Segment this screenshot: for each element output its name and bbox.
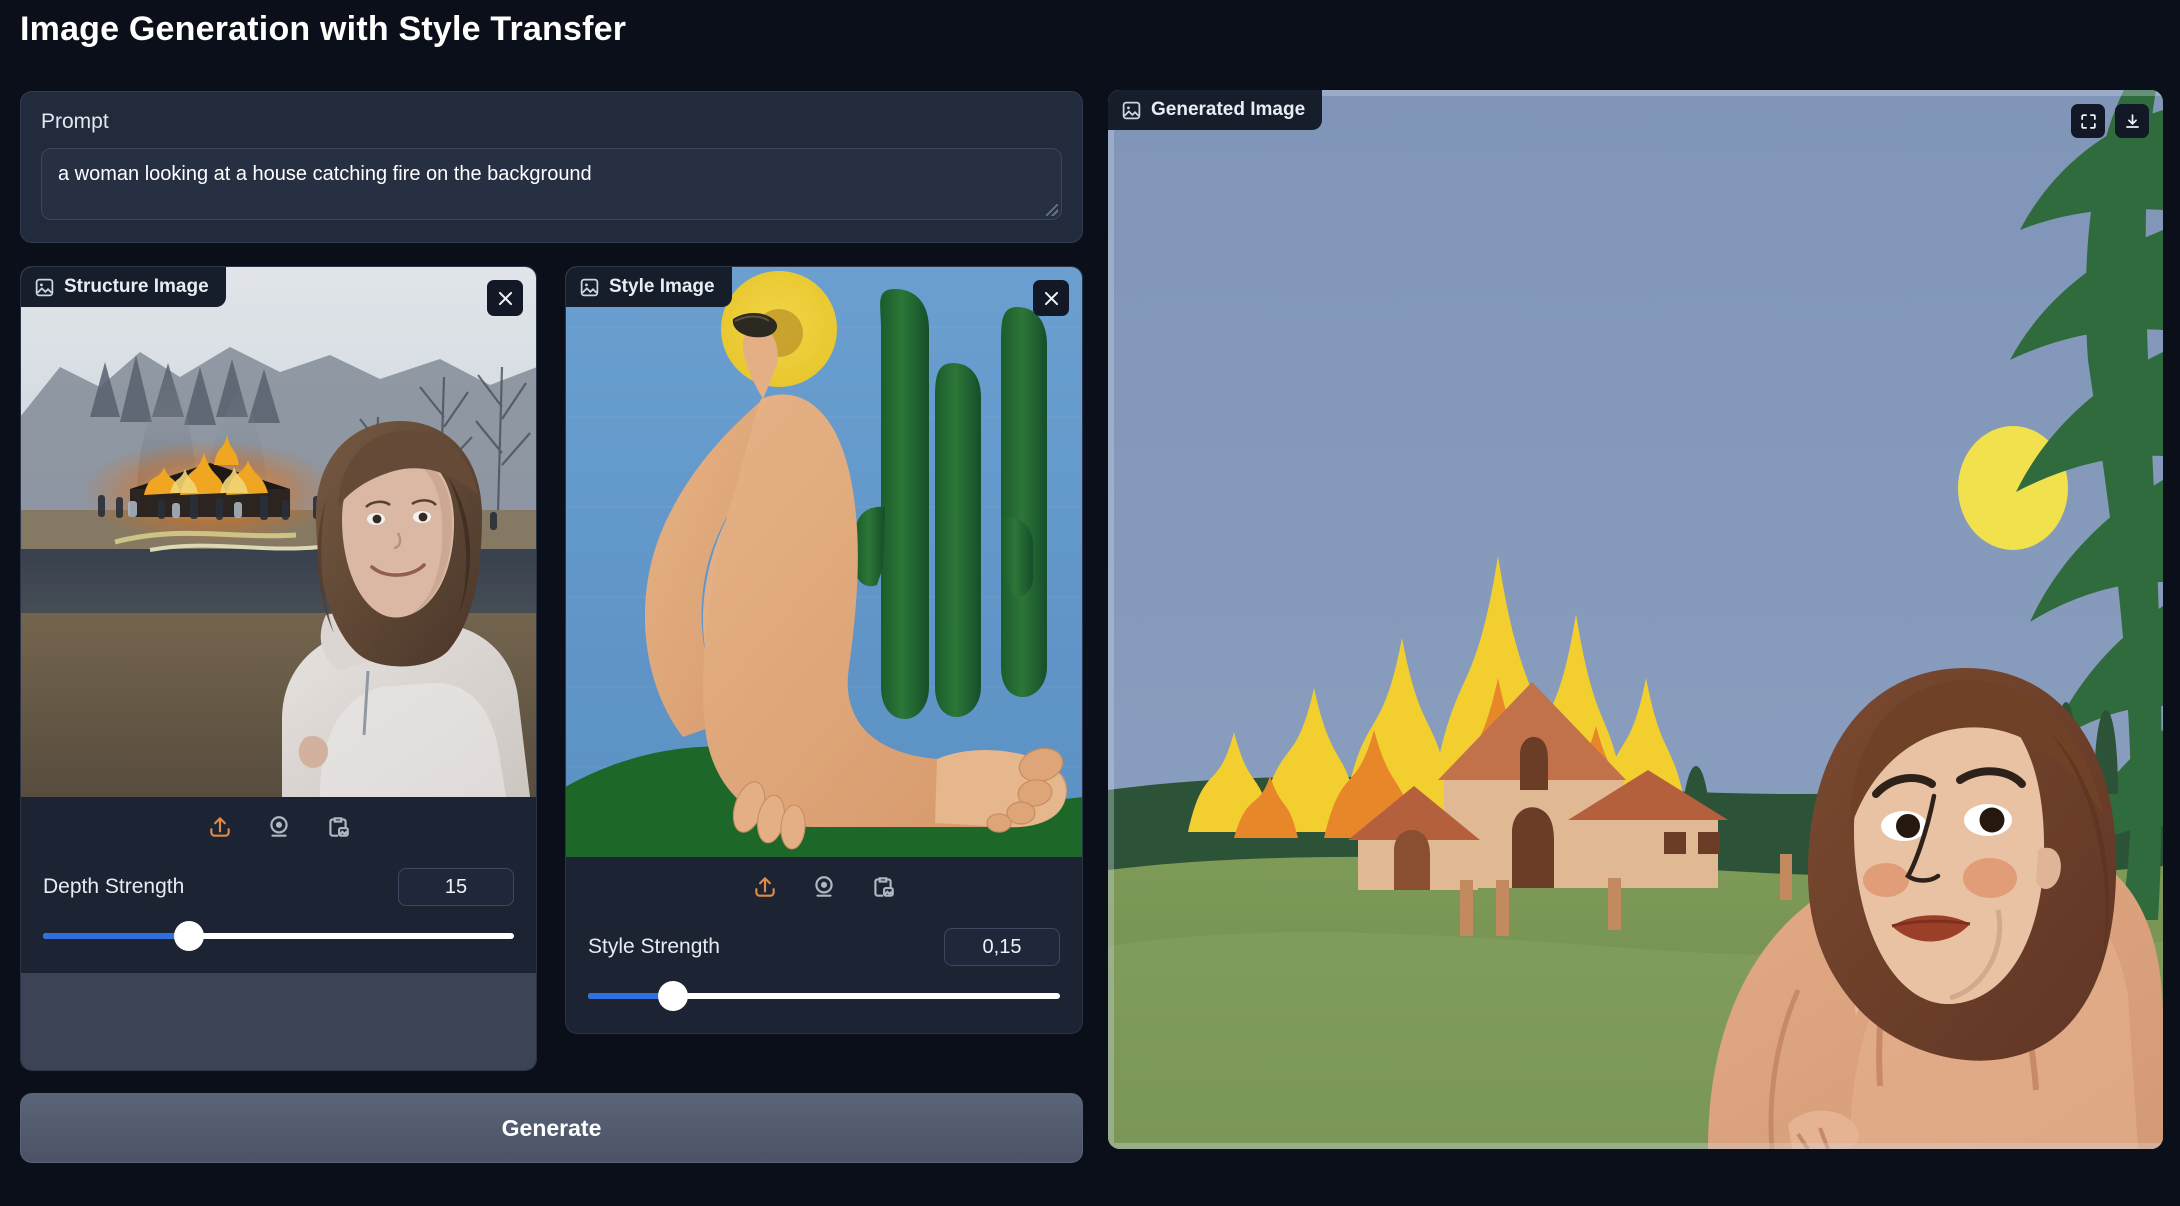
depth-strength-value[interactable]: 15 xyxy=(398,868,514,906)
depth-strength-label: Depth Strength xyxy=(43,875,185,898)
style-strength-value[interactable]: 0,15 xyxy=(944,928,1060,966)
prompt-card: Prompt a woman looking at a house catchi… xyxy=(20,91,1083,243)
download-icon xyxy=(2125,113,2139,128)
style-webcam-button[interactable] xyxy=(808,871,840,903)
style-strength-knob[interactable] xyxy=(657,981,688,1011)
style-image-close-button[interactable] xyxy=(1033,280,1069,316)
webcam-icon xyxy=(269,816,288,837)
depth-strength-knob[interactable] xyxy=(174,921,204,951)
close-icon xyxy=(1044,291,1058,305)
style-upload-button[interactable] xyxy=(749,871,781,903)
structure-image-card: Structure Image Depth Strength 15 xyxy=(20,266,537,1071)
image-icon xyxy=(1121,100,1142,121)
generated-image-badge-label: Generated Image xyxy=(1151,99,1306,120)
webcam-icon xyxy=(815,876,833,897)
structure-image-close-button[interactable] xyxy=(487,280,523,316)
prompt-label: Prompt xyxy=(41,110,109,133)
style-strength-slider[interactable] xyxy=(588,981,1060,1011)
fullscreen-button[interactable] xyxy=(2071,104,2105,138)
structure-upload-button[interactable] xyxy=(204,811,236,843)
depth-strength-control: Depth Strength 15 xyxy=(21,857,536,973)
style-strength-label: Style Strength xyxy=(588,935,720,958)
style-image-frame[interactable]: Style Image xyxy=(566,267,1082,857)
style-image-card: Style Image Style Strength 0,15 xyxy=(565,266,1083,1034)
depth-strength-fill xyxy=(43,933,189,939)
upload-icon xyxy=(209,817,230,837)
upload-icon xyxy=(755,877,775,897)
generate-button[interactable]: Generate xyxy=(20,1093,1083,1163)
page-title: Image Generation with Style Transfer xyxy=(20,10,627,48)
structure-image-badge-label: Structure Image xyxy=(64,276,209,297)
paste-clipboard-image-icon xyxy=(874,877,894,897)
structure-image-frame[interactable]: Structure Image xyxy=(21,267,536,797)
depth-strength-header: Depth Strength 15 xyxy=(43,865,514,909)
app-root: Image Generation with Style Transfer Pro… xyxy=(0,0,2180,1206)
prompt-input-value: a woman looking at a house catching fire… xyxy=(58,163,592,185)
resize-grip-icon[interactable] xyxy=(1046,204,1058,216)
style-image xyxy=(566,267,1082,857)
image-icon xyxy=(579,277,600,298)
left-panel: Prompt a woman looking at a house catchi… xyxy=(20,91,1083,1163)
generated-image xyxy=(1108,90,2163,1149)
generated-image-actions xyxy=(2071,104,2149,138)
generated-image-badge: Generated Image xyxy=(1108,90,1323,130)
structure-paste-button[interactable] xyxy=(322,811,354,843)
fullscreen-icon xyxy=(2080,113,2096,129)
paste-clipboard-image-icon xyxy=(328,817,349,837)
style-image-toolbar xyxy=(566,857,1082,917)
structure-webcam-button[interactable] xyxy=(263,811,295,843)
style-image-badge-label: Style Image xyxy=(609,276,715,297)
structure-card-footer xyxy=(21,973,536,1070)
image-cards-row: Structure Image Depth Strength 15 Style … xyxy=(20,266,1083,1071)
style-paste-button[interactable] xyxy=(867,871,899,903)
structure-image-toolbar xyxy=(21,797,536,857)
prompt-input[interactable]: a woman looking at a house catching fire… xyxy=(41,148,1062,220)
style-strength-header: Style Strength 0,15 xyxy=(588,925,1060,969)
image-icon xyxy=(34,277,55,298)
structure-image-badge: Structure Image xyxy=(21,267,226,307)
style-strength-control: Style Strength 0,15 xyxy=(566,917,1082,1033)
style-image-badge: Style Image xyxy=(566,267,732,307)
generated-image-panel[interactable]: Generated Image xyxy=(1108,90,2163,1149)
download-button[interactable] xyxy=(2115,104,2149,138)
structure-image xyxy=(21,267,536,797)
close-icon xyxy=(498,291,512,305)
depth-strength-slider[interactable] xyxy=(43,921,514,951)
